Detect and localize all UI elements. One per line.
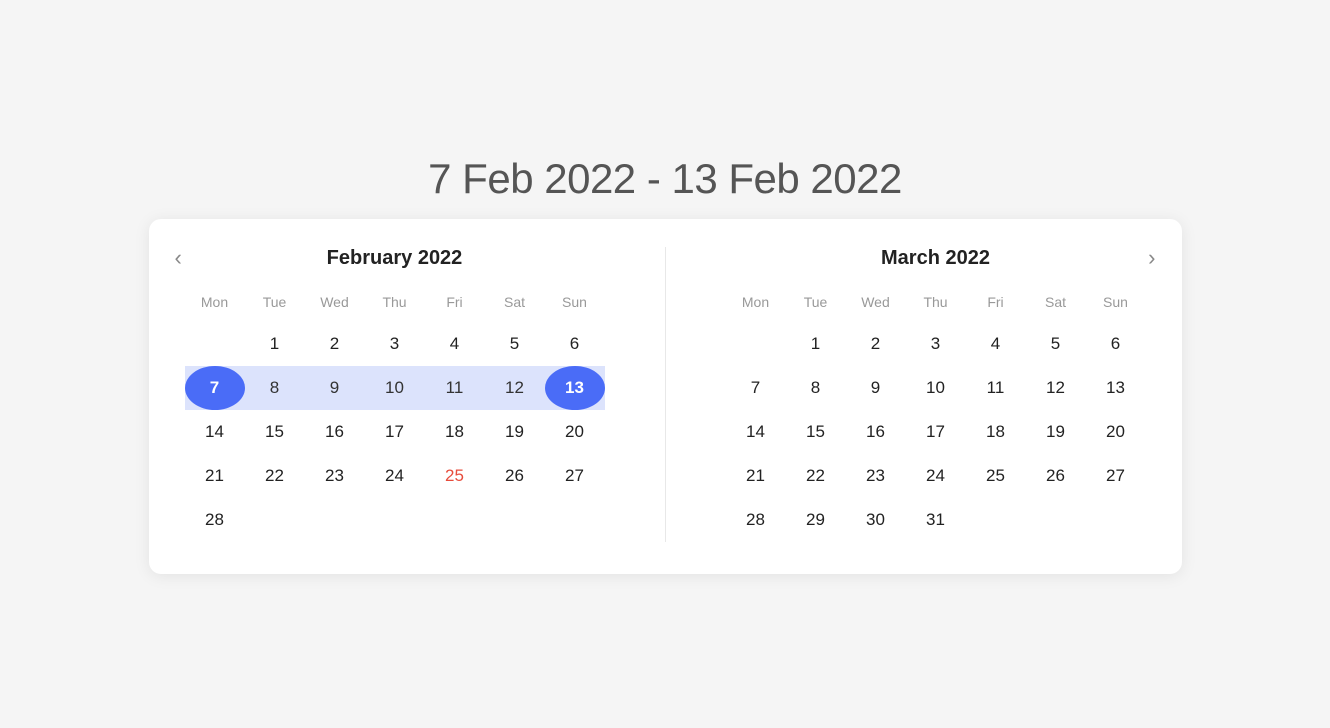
day-cell[interactable]: 28: [185, 498, 245, 542]
day-cell[interactable]: 12: [1026, 366, 1086, 410]
day-cell[interactable]: 10: [365, 366, 425, 410]
day-cell: [365, 498, 425, 542]
day-header: Sat: [485, 288, 545, 322]
day-cell[interactable]: 18: [966, 410, 1026, 454]
feb-header: ‹ February 2022: [185, 247, 605, 270]
mar-month-label: March 2022: [881, 247, 990, 270]
day-cell[interactable]: 9: [846, 366, 906, 410]
day-cell[interactable]: 30: [846, 498, 906, 542]
day-cell[interactable]: 7: [726, 366, 786, 410]
day-cell[interactable]: 25: [966, 454, 1026, 498]
day-cell[interactable]: 31: [906, 498, 966, 542]
day-cell[interactable]: 23: [846, 454, 906, 498]
day-cell[interactable]: 1: [786, 322, 846, 366]
day-cell[interactable]: 16: [305, 410, 365, 454]
mar-grid: MonTueWedThuFriSatSun1234567891011121314…: [726, 288, 1146, 542]
day-cell[interactable]: 13: [1086, 366, 1146, 410]
day-header: Thu: [906, 288, 966, 322]
prev-month-button[interactable]: ‹: [165, 243, 192, 273]
day-cell[interactable]: 8: [786, 366, 846, 410]
day-cell: [185, 322, 245, 366]
calendar-divider: [665, 247, 666, 542]
day-cell: [1026, 498, 1086, 542]
day-cell[interactable]: 16: [846, 410, 906, 454]
day-cell[interactable]: 20: [1086, 410, 1146, 454]
march-calendar: March 2022 › MonTueWedThuFriSatSun123456…: [726, 247, 1146, 542]
february-calendar: ‹ February 2022 MonTueWedThuFriSatSun123…: [185, 247, 605, 542]
day-cell: [425, 498, 485, 542]
day-cell[interactable]: 4: [425, 322, 485, 366]
day-cell[interactable]: 19: [485, 410, 545, 454]
day-cell[interactable]: 28: [726, 498, 786, 542]
day-header: Sat: [1026, 288, 1086, 322]
day-cell[interactable]: 17: [906, 410, 966, 454]
day-cell[interactable]: 18: [425, 410, 485, 454]
day-cell[interactable]: 17: [365, 410, 425, 454]
day-cell[interactable]: 25: [425, 454, 485, 498]
feb-month-label: February 2022: [327, 247, 463, 270]
day-cell[interactable]: 5: [485, 322, 545, 366]
day-cell[interactable]: 15: [786, 410, 846, 454]
day-header: Sun: [1086, 288, 1146, 322]
day-cell: [1086, 498, 1146, 542]
day-cell: [545, 498, 605, 542]
day-cell[interactable]: 11: [966, 366, 1026, 410]
day-cell[interactable]: 15: [245, 410, 305, 454]
day-cell[interactable]: 26: [1026, 454, 1086, 498]
day-header: Mon: [726, 288, 786, 322]
day-cell[interactable]: 3: [906, 322, 966, 366]
feb-grid: MonTueWedThuFriSatSun1234567891011121314…: [185, 288, 605, 542]
day-cell[interactable]: 13: [545, 366, 605, 410]
selected-week-row: 78910111213: [185, 366, 605, 410]
day-cell[interactable]: 14: [726, 410, 786, 454]
day-cell[interactable]: 14: [185, 410, 245, 454]
day-cell: [726, 322, 786, 366]
next-month-button[interactable]: ›: [1138, 243, 1165, 273]
day-cell[interactable]: 23: [305, 454, 365, 498]
day-cell[interactable]: 1: [245, 322, 305, 366]
day-header: Sun: [545, 288, 605, 322]
day-cell[interactable]: 12: [485, 366, 545, 410]
day-cell[interactable]: 27: [1086, 454, 1146, 498]
day-cell[interactable]: 29: [786, 498, 846, 542]
day-header: Fri: [966, 288, 1026, 322]
day-header: Mon: [185, 288, 245, 322]
day-cell[interactable]: 27: [545, 454, 605, 498]
day-cell[interactable]: 21: [726, 454, 786, 498]
day-cell[interactable]: 22: [786, 454, 846, 498]
day-header: Fri: [425, 288, 485, 322]
day-cell[interactable]: 6: [545, 322, 605, 366]
day-header: Wed: [305, 288, 365, 322]
day-cell[interactable]: 22: [245, 454, 305, 498]
calendar-container: ‹ February 2022 MonTueWedThuFriSatSun123…: [149, 219, 1182, 574]
day-cell[interactable]: 20: [545, 410, 605, 454]
day-cell[interactable]: 26: [485, 454, 545, 498]
day-cell: [485, 498, 545, 542]
day-cell[interactable]: 5: [1026, 322, 1086, 366]
day-cell[interactable]: 7: [185, 366, 245, 410]
day-cell[interactable]: 24: [906, 454, 966, 498]
day-cell: [305, 498, 365, 542]
day-cell[interactable]: 24: [365, 454, 425, 498]
day-cell[interactable]: 8: [245, 366, 305, 410]
calendar-wrapper: 7 Feb 2022 - 13 Feb 2022 ‹ February 2022…: [149, 155, 1182, 574]
day-cell: [245, 498, 305, 542]
day-cell[interactable]: 10: [906, 366, 966, 410]
day-cell[interactable]: 3: [365, 322, 425, 366]
day-header: Tue: [786, 288, 846, 322]
day-cell[interactable]: 2: [305, 322, 365, 366]
day-cell[interactable]: 4: [966, 322, 1026, 366]
day-cell[interactable]: 21: [185, 454, 245, 498]
mar-header: March 2022 ›: [726, 247, 1146, 270]
day-cell[interactable]: 11: [425, 366, 485, 410]
day-cell[interactable]: 19: [1026, 410, 1086, 454]
day-header: Wed: [846, 288, 906, 322]
date-range-title: 7 Feb 2022 - 13 Feb 2022: [428, 155, 902, 203]
day-cell: [966, 498, 1026, 542]
day-header: Tue: [245, 288, 305, 322]
day-cell[interactable]: 6: [1086, 322, 1146, 366]
day-cell[interactable]: 9: [305, 366, 365, 410]
day-cell[interactable]: 2: [846, 322, 906, 366]
day-header: Thu: [365, 288, 425, 322]
